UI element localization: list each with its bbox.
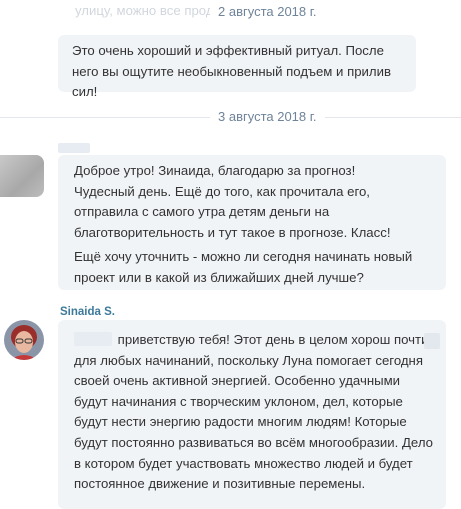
message-text-2b: Ещё хочу уточнить - можно ли сегодня нач… [74,249,413,285]
previous-message-fragment: улицу, можно все прод [75,3,214,18]
user-avatar[interactable] [4,320,44,360]
message-text-1: Это очень хороший и эффективный ритуал. … [72,43,391,100]
message-bubble-2: Доброе утро! Зинаида, благодарю за прогн… [58,155,446,290]
message-text-3: приветствую тебя! Этот день в целом хоро… [74,332,433,492]
message-text-2a: Доброе утро! Зинаида, благодарю за прогн… [74,163,391,240]
blurred-sender-name [58,143,90,153]
message-bubble-1: Это очень хороший и эффективный ритуал. … [58,35,416,99]
sender-name[interactable]: Sinaida S. [60,306,115,318]
blurred-recipient-name [74,332,112,346]
blurred-indicator [424,333,440,349]
date-separator-1: 2 августа 2018 г. [210,4,325,20]
blurred-avatar[interactable] [0,155,44,197]
date-separator-2: 3 августа 2018 г. [210,109,325,125]
message-bubble-3: приветствую тебя! Этот день в целом хоро… [58,320,446,509]
